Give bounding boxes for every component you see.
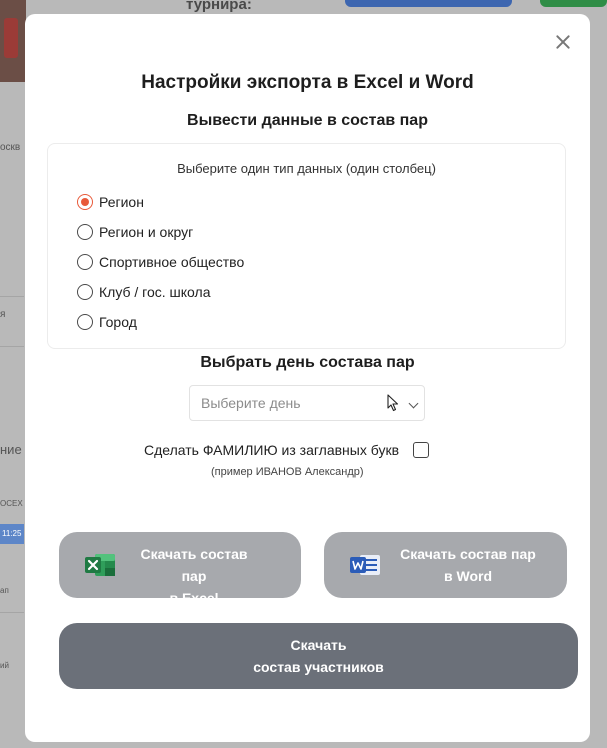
modal-title: Настройки экспорта в Excel и Word — [141, 72, 474, 93]
download-pairs-excel-button[interactable]: Скачать состав пар в Excel — [59, 532, 301, 606]
radio-label: Город — [99, 314, 137, 330]
chevron-down-icon — [408, 398, 419, 409]
button-label-line: в Excel — [169, 590, 219, 606]
button-label-line: Скачать состав пар — [400, 546, 536, 562]
background-time-cell: 11:25 — [0, 524, 24, 544]
radio-option-region-district[interactable]: Регион и округ — [77, 222, 193, 242]
background-blue-button — [345, 0, 512, 7]
button-label-line: Скачать состав пар — [140, 546, 248, 584]
background-side-text: ий — [0, 661, 9, 670]
mouse-cursor-icon — [387, 394, 399, 417]
day-select[interactable]: Выберите день — [189, 385, 425, 421]
radio-button[interactable] — [77, 284, 93, 300]
radio-label: Регион и округ — [99, 224, 194, 240]
day-select-title: Выбрать день состава пар — [200, 354, 415, 371]
background-side-text: ап — [0, 586, 9, 595]
background-side-text: оскв — [0, 142, 21, 153]
radio-button[interactable] — [77, 254, 93, 270]
download-pairs-word-label: Скачать состав пар в Word — [392, 543, 544, 587]
radio-button[interactable] — [77, 314, 93, 330]
background-side-text: я — [0, 309, 6, 320]
day-select-placeholder: Выберите день — [201, 395, 301, 411]
radio-option-club[interactable]: Клуб / гос. школа — [77, 282, 210, 302]
button-label-line: в Word — [443, 568, 492, 584]
radio-label: Регион — [99, 194, 144, 210]
background-green-button — [540, 0, 607, 7]
button-label-line: состав участников — [253, 659, 384, 675]
radio-button[interactable] — [77, 194, 93, 210]
radio-label: Спортивное общество — [99, 254, 245, 270]
radio-option-region[interactable]: Регион — [77, 192, 144, 212]
download-participants-label: Скачать состав участников — [59, 634, 578, 678]
data-type-hint: Выберите один тип данных (один столбец) — [177, 161, 436, 176]
uppercase-surname-label: Сделать ФАМИЛИЮ из заглавных букв — [144, 442, 400, 458]
background-photo — [0, 0, 26, 82]
uppercase-surname-hint: (пример ИВАНОВ Александр) — [211, 466, 364, 478]
export-settings-modal: Настройки экспорта в Excel и Word Вывест… — [25, 14, 590, 742]
radio-option-sports-society[interactable]: Спортивное общество — [77, 252, 244, 272]
word-icon — [349, 552, 381, 578]
data-type-panel: Выберите один тип данных (один столбец) … — [47, 143, 566, 349]
radio-button[interactable] — [77, 224, 93, 240]
background-side-text: OCEX — [0, 499, 23, 508]
background-divider — [0, 296, 24, 297]
background-divider — [0, 612, 24, 613]
uppercase-surname-checkbox[interactable] — [413, 442, 430, 458]
uppercase-surname-row: Сделать ФАМИЛИЮ из заглавных букв — [144, 442, 430, 458]
excel-icon — [84, 552, 116, 578]
background-divider — [0, 346, 24, 347]
background-side-text: ние — [0, 442, 22, 457]
radio-label: Клуб / гос. школа — [99, 284, 211, 300]
background-header-text: турнира: — [186, 0, 252, 13]
radio-option-city[interactable]: Город — [77, 312, 137, 332]
download-participants-button[interactable]: Скачать состав участников — [59, 623, 578, 689]
download-pairs-excel-label: Скачать состав пар в Excel — [127, 543, 261, 609]
button-label-line: Скачать — [290, 637, 347, 653]
download-pairs-word-button[interactable]: Скачать состав пар в Word — [324, 532, 567, 598]
modal-subtitle: Вывести данные в состав пар — [187, 112, 428, 129]
close-icon[interactable] — [553, 32, 573, 52]
